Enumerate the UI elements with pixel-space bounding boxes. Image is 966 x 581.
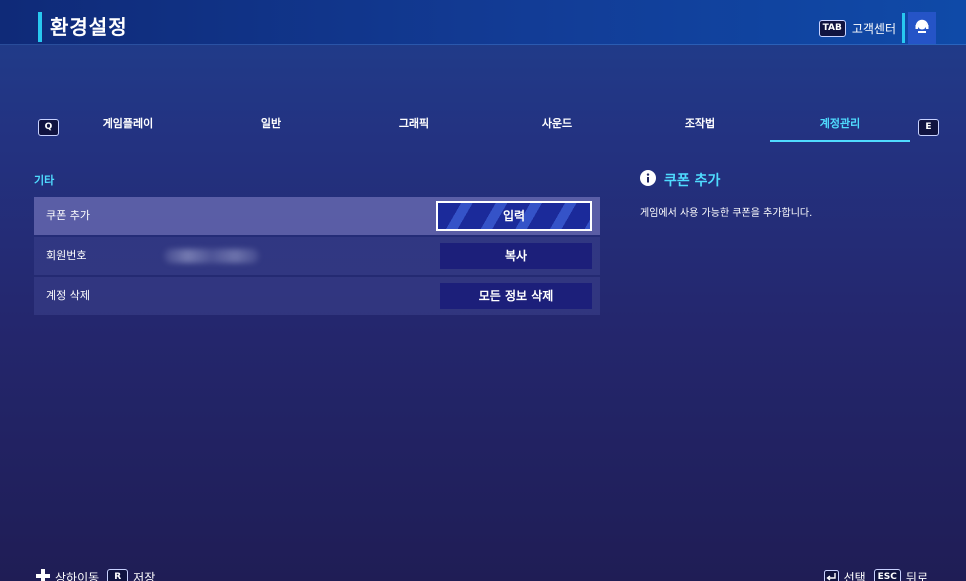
footer-hints-left: 상하이동 R 저장 (36, 568, 163, 581)
row-label: 쿠폰 추가 (46, 209, 90, 222)
footer-hints-right: 선택 ESC 뒤로 (823, 568, 936, 581)
tab-key-hint: TAB (818, 19, 846, 37)
support-accent-bar (902, 13, 905, 43)
customer-support[interactable]: TAB 고객센터 (818, 12, 936, 44)
customer-support-button[interactable] (908, 12, 936, 44)
prev-tab-key[interactable]: Q (38, 119, 59, 136)
save-hint-label: 저장 (133, 571, 156, 581)
row-label: 계정 삭제 (46, 289, 90, 302)
delete-all-data-button[interactable]: 모든 정보 삭제 (440, 283, 592, 309)
member-number-hidden (164, 249, 259, 263)
info-title: 쿠폰 추가 (664, 173, 721, 189)
section-label-etc: 기타 (34, 174, 55, 187)
tab-controls[interactable]: 조작법 (630, 110, 770, 140)
page-title-wrap: 환경설정 (38, 12, 128, 42)
copy-member-number-button[interactable]: 복사 (440, 243, 592, 269)
info-panel: 쿠폰 추가 게임에서 사용 가능한 쿠폰을 추가합니다. (640, 170, 940, 219)
page-title: 환경설정 (50, 15, 128, 39)
next-tab-key[interactable]: E (918, 119, 939, 136)
tab-account[interactable]: 계정관리 (770, 110, 910, 142)
headset-icon (914, 18, 930, 38)
info-header: 쿠폰 추가 (640, 170, 940, 190)
move-hint-label: 상하이동 (55, 571, 100, 581)
info-icon (640, 170, 656, 190)
title-accent-bar (38, 12, 42, 42)
row-add-coupon[interactable]: 쿠폰 추가 입력 (34, 197, 600, 235)
tab-graphics[interactable]: 그래픽 (344, 110, 484, 140)
tab-sound[interactable]: 사운드 (487, 110, 627, 140)
tab-gameplay[interactable]: 게임플레이 (58, 110, 198, 140)
row-label: 회원번호 (46, 249, 87, 262)
dpad-icon (36, 568, 50, 581)
tab-general[interactable]: 일반 (201, 110, 341, 140)
save-key[interactable]: R (107, 569, 129, 581)
enter-coupon-button[interactable]: 입력 (436, 201, 592, 231)
row-member-number[interactable]: 회원번호 복사 (34, 237, 600, 275)
select-hint-label: 선택 (843, 571, 866, 581)
settings-tabs: Q 게임플레이 일반 그래픽 사운드 조작법 계정관리 E (38, 110, 939, 142)
row-delete-account[interactable]: 계정 삭제 모든 정보 삭제 (34, 277, 600, 315)
customer-support-label: 고객센터 (851, 21, 896, 36)
back-hint-label: 뒤로 (905, 571, 928, 581)
esc-key[interactable]: ESC (873, 569, 901, 581)
info-description: 게임에서 사용 가능한 쿠폰을 추가합니다. (640, 208, 813, 219)
top-bar: 환경설정 TAB 고객센터 (0, 0, 966, 45)
enter-icon[interactable] (823, 568, 839, 581)
